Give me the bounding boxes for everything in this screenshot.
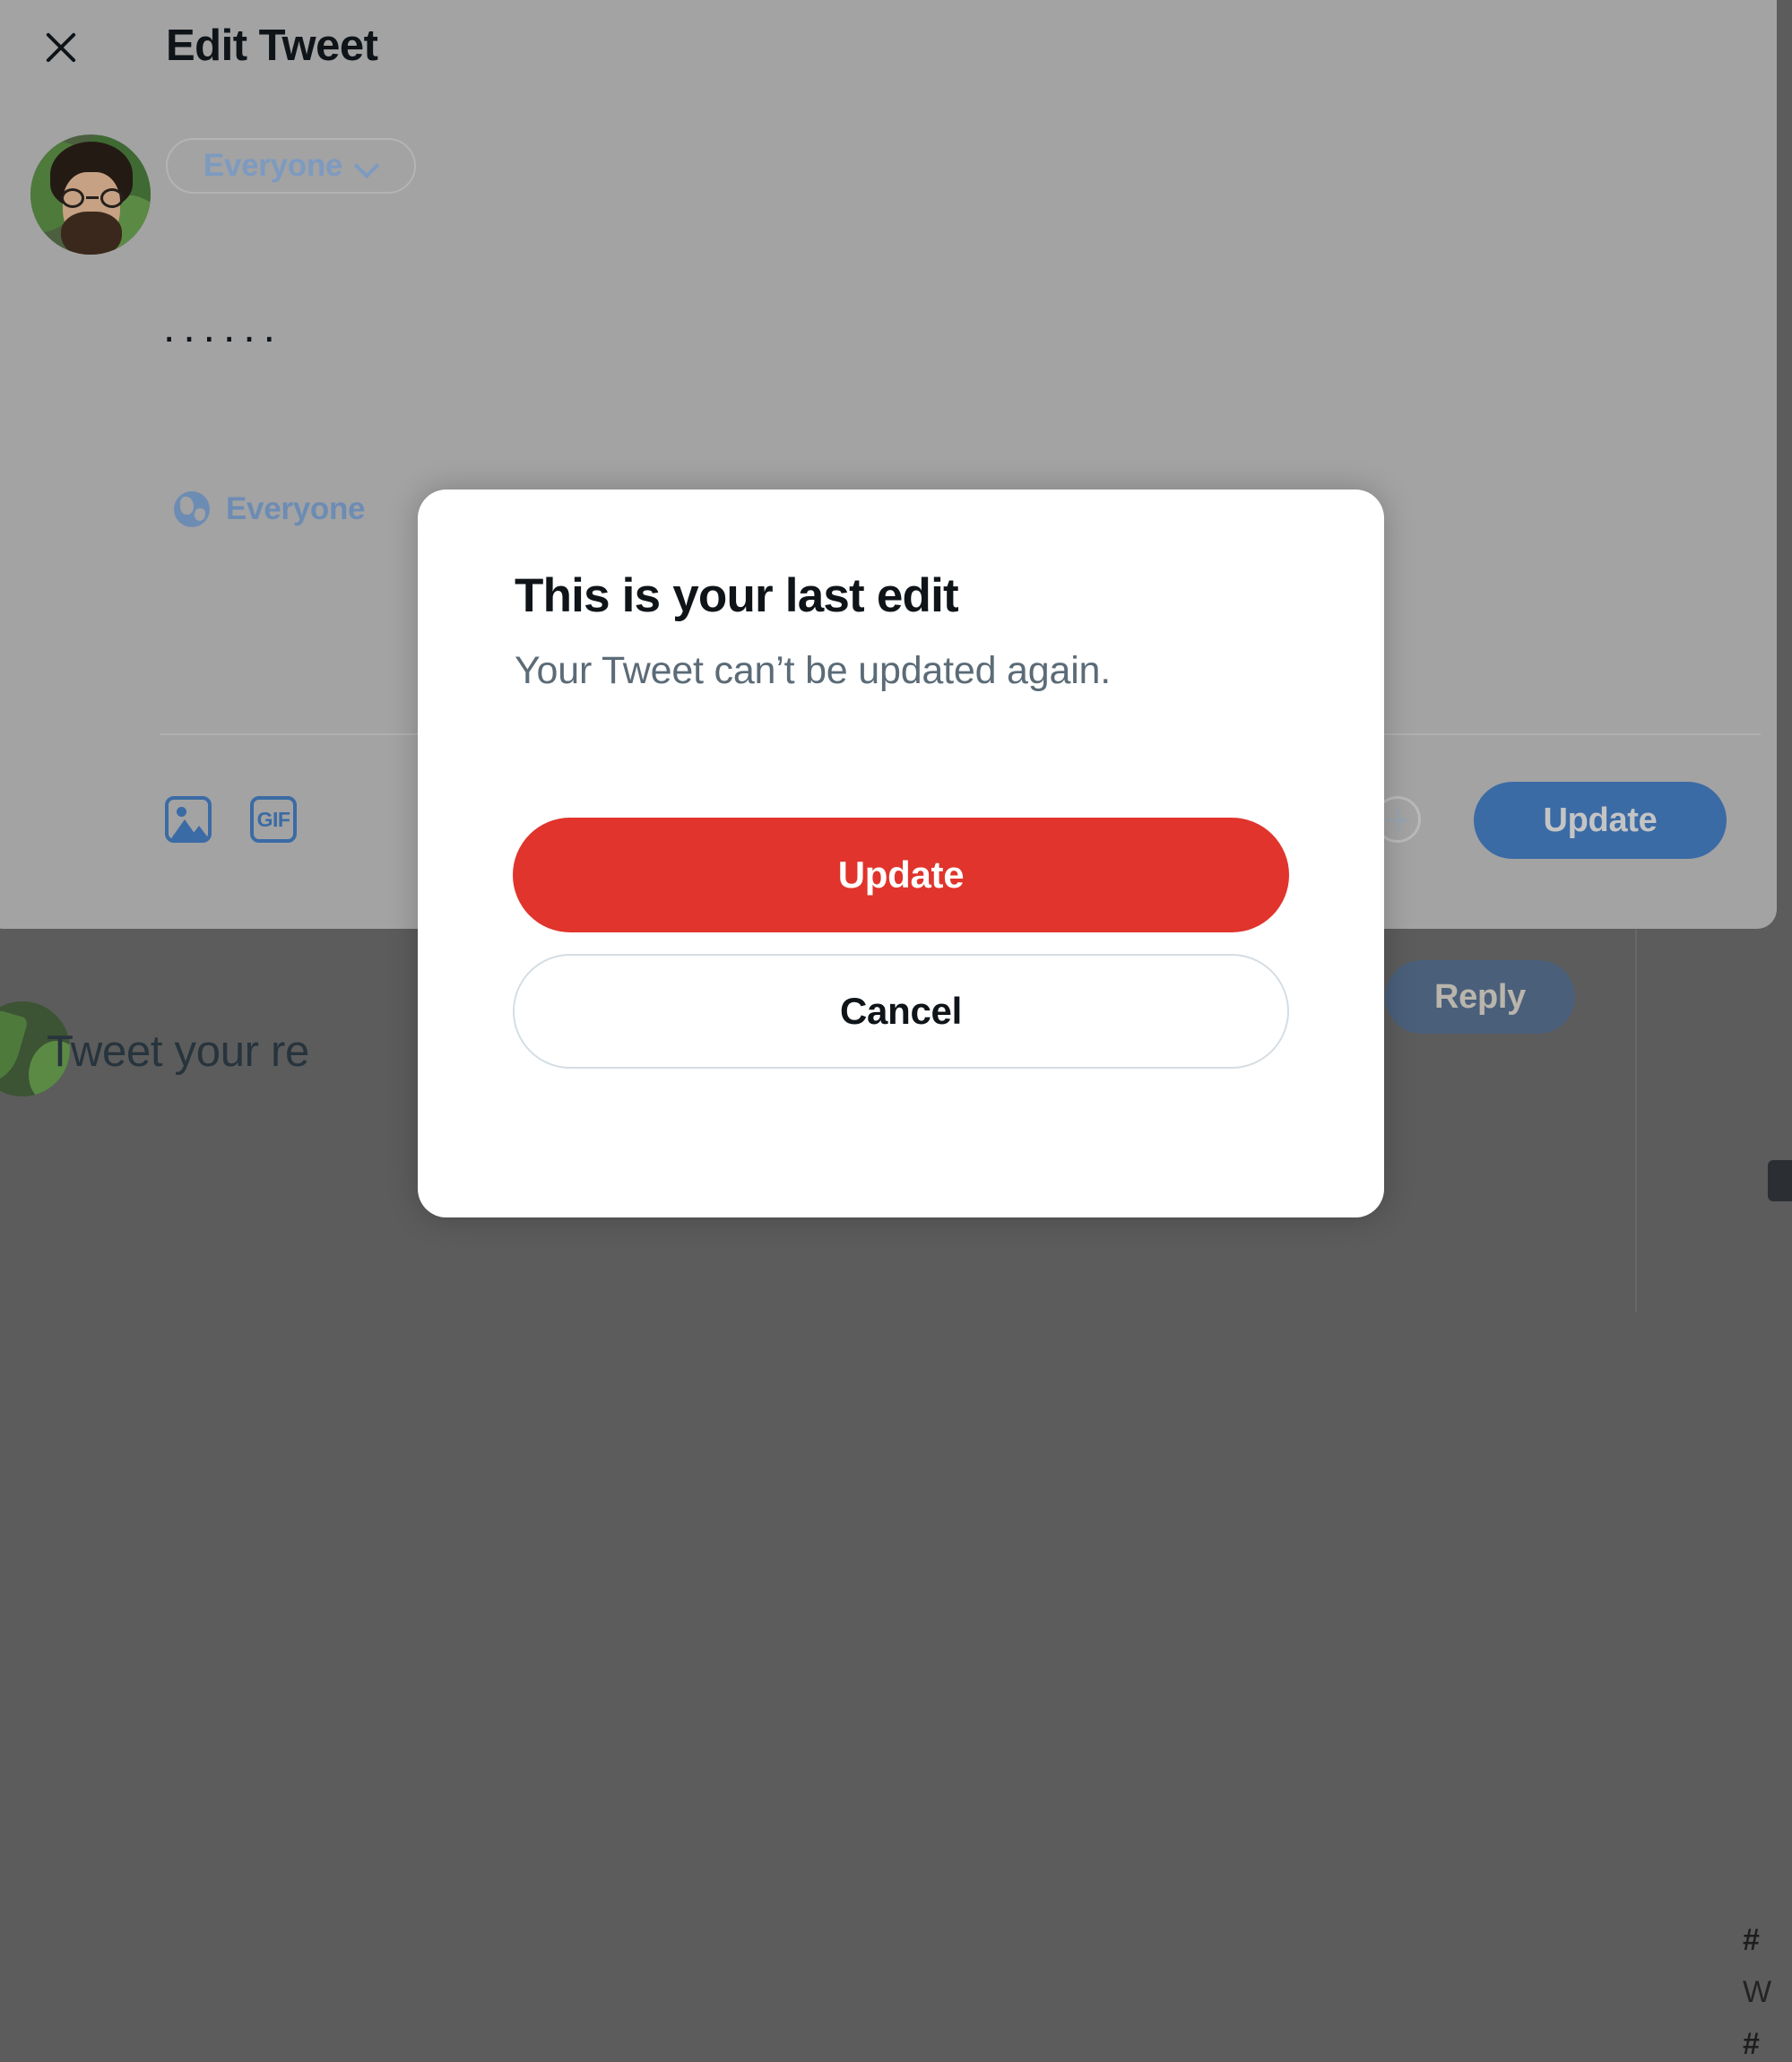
reply-input-placeholder[interactable]: Tweet your re — [47, 1027, 309, 1077]
trend-line: # — [1743, 2027, 1760, 2061]
reply-audience-label: Everyone — [226, 491, 366, 526]
dialog-title: Edit Tweet — [166, 22, 378, 70]
close-icon[interactable] — [41, 27, 81, 66]
audience-selector[interactable]: Everyone — [166, 138, 416, 194]
globe-icon — [174, 491, 210, 527]
confirm-update-button[interactable]: Update — [513, 818, 1289, 932]
last-edit-alert-modal: This is your last edit Your Tweet can’t … — [418, 490, 1384, 1217]
chevron-down-icon — [355, 154, 378, 178]
image-icon[interactable] — [165, 796, 212, 843]
reply-audience-selector[interactable]: Everyone — [174, 491, 365, 527]
alert-title: This is your last edit — [515, 569, 959, 622]
audience-label: Everyone — [203, 148, 343, 183]
glasses-icon — [57, 188, 127, 208]
reply-button[interactable]: Reply — [1385, 960, 1575, 1034]
gif-icon[interactable]: GIF — [250, 796, 297, 843]
avatar — [30, 134, 151, 255]
trend-thumbnail — [1768, 1160, 1792, 1201]
update-button[interactable]: Update — [1474, 782, 1727, 859]
alert-message: Your Tweet can’t be updated again. — [515, 649, 1112, 692]
trend-line: W — [1743, 1975, 1771, 2009]
cancel-button[interactable]: Cancel — [513, 954, 1289, 1069]
trending-rail: # W # — [1635, 928, 1792, 2061]
tweet-text[interactable]: ...... — [163, 307, 283, 350]
trend-line: # — [1743, 1923, 1760, 1957]
